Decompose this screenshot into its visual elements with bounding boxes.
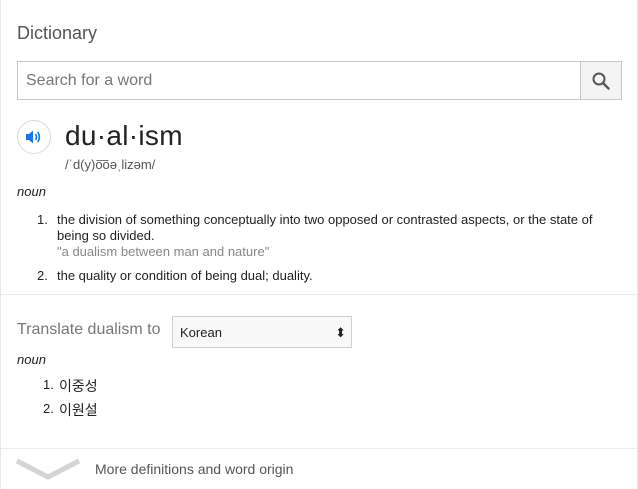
definition-example: "a dualism between man and nature" bbox=[57, 244, 270, 259]
section-divider bbox=[1, 294, 637, 295]
search-box bbox=[17, 61, 622, 100]
pronunciation-button[interactable] bbox=[17, 120, 51, 154]
chevron-down-icon bbox=[15, 458, 81, 480]
headword: du·al·ism bbox=[65, 120, 183, 151]
translation-list: 1. 이중성 2. 이원설 bbox=[17, 376, 98, 424]
search-input[interactable] bbox=[18, 62, 582, 99]
translate-label: Translate dualism to bbox=[17, 321, 161, 338]
more-definitions-button[interactable]: More definitions and word origin bbox=[15, 454, 315, 484]
phonetic-spelling: /ˈd(y)o͞oəˌlizəm/ bbox=[65, 157, 156, 172]
translation-item: 2. 이원설 bbox=[17, 400, 98, 424]
translation-text: 이원설 bbox=[59, 403, 98, 419]
language-select[interactable]: Korean ⬍ bbox=[172, 316, 352, 348]
select-arrows-icon: ⬍ bbox=[335, 325, 346, 340]
translation-number: 2. bbox=[43, 401, 54, 416]
definition-number: 2. bbox=[37, 268, 48, 283]
search-icon bbox=[592, 72, 610, 90]
translation-part-of-speech: noun bbox=[17, 352, 46, 367]
definition-item: 2. the quality or condition of being dua… bbox=[17, 268, 597, 284]
translation-text: 이중성 bbox=[59, 379, 98, 395]
language-select-value: Korean bbox=[180, 325, 222, 340]
footer-divider bbox=[1, 448, 637, 449]
search-button[interactable] bbox=[580, 62, 621, 99]
translation-number: 1. bbox=[43, 377, 54, 392]
dictionary-card: Dictionary du·al·ism /ˈd(y)o͞oəˌlizəm/ n… bbox=[0, 0, 638, 489]
volume-icon bbox=[26, 130, 41, 144]
definition-item: 1. the division of something conceptuall… bbox=[17, 212, 597, 260]
definition-text: the division of something conceptually i… bbox=[57, 212, 593, 243]
translation-item: 1. 이중성 bbox=[17, 376, 98, 400]
more-definitions-label: More definitions and word origin bbox=[95, 461, 294, 477]
definition-number: 1. bbox=[37, 212, 48, 227]
card-title: Dictionary bbox=[17, 23, 98, 43]
definition-text: the quality or condition of being dual; … bbox=[57, 268, 313, 283]
definition-list: 1. the division of something conceptuall… bbox=[17, 212, 597, 292]
part-of-speech: noun bbox=[17, 184, 46, 199]
